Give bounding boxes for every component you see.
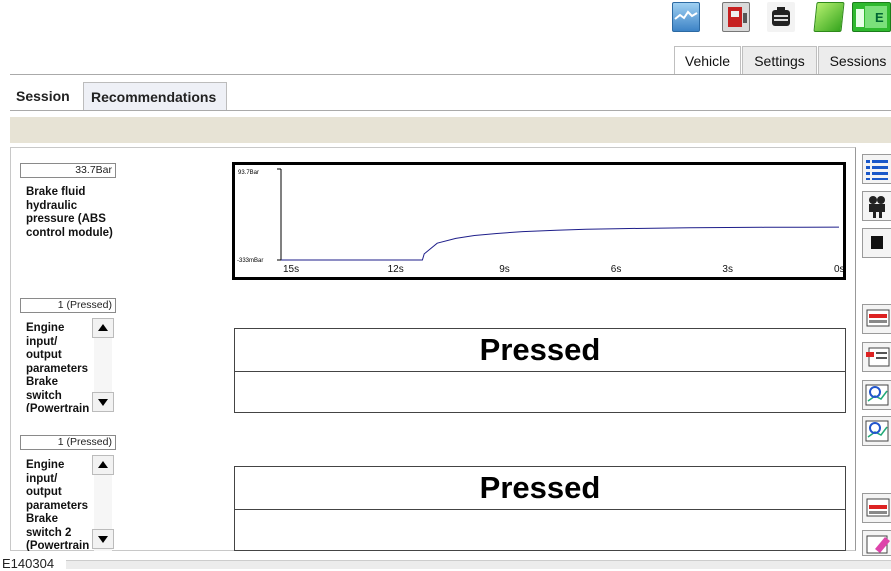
panel-divider — [235, 371, 845, 372]
status-bar — [66, 560, 891, 569]
tab-bar-divider — [10, 74, 891, 75]
vehicle-icon[interactable] — [722, 2, 750, 32]
graph-series-line — [281, 226, 840, 261]
brake-switch-2-state: Pressed — [479, 470, 601, 505]
erase-icon — [866, 535, 890, 554]
tab-vehicle[interactable]: Vehicle — [674, 46, 741, 75]
panel-divider — [235, 509, 845, 510]
stop-icon — [871, 236, 883, 249]
pressure-graph: 93.7Bar -333mBar 15s 12s 9s 6s 3s 0s — [232, 162, 846, 280]
delete-button[interactable] — [862, 493, 891, 523]
record-icon — [866, 309, 890, 327]
tab-settings[interactable]: Settings — [742, 46, 817, 75]
exit-button[interactable]: E — [852, 2, 891, 32]
camera-icon — [869, 196, 885, 218]
edit-list-button[interactable] — [862, 342, 891, 372]
figure-id: E140304 — [2, 556, 55, 571]
graph-y-max-label: 93.7Bar — [238, 170, 259, 176]
list-button[interactable] — [862, 154, 891, 184]
graph-icon[interactable] — [672, 2, 700, 32]
subtab-divider — [10, 110, 891, 111]
graph-x-tick-label: 9s — [499, 264, 510, 275]
brake-switch-2-state-panel: Pressed — [234, 466, 846, 551]
delete-icon — [866, 498, 890, 517]
exit-label: E — [875, 10, 884, 25]
graph-x-tick-label: 12s — [388, 264, 404, 275]
signal-label-brake-pressure: Brake fluid hydraulic pressure (ABS cont… — [26, 186, 113, 239]
subtab-session[interactable]: Session — [9, 82, 82, 111]
zoom-in-button[interactable] — [862, 380, 891, 410]
arrow-down-icon — [98, 399, 108, 406]
battery-icon[interactable] — [767, 2, 795, 32]
arrow-up-icon — [98, 461, 108, 468]
subtab-recommendations[interactable]: Recommendations — [83, 82, 227, 111]
stop-button[interactable] — [862, 228, 891, 258]
brake-switch-scroll-up[interactable] — [92, 318, 114, 338]
zoom-in-icon — [865, 384, 889, 406]
arrow-down-icon — [98, 536, 108, 543]
zoom-out-icon — [865, 420, 889, 442]
signal-value-brake-switch-2: 1 (Pressed) — [20, 435, 116, 450]
graph-x-tick-label: 3s — [722, 264, 733, 275]
brake-switch-state-panel: Pressed — [234, 328, 846, 413]
signal-label-brake-switch: Engine input/ output parameters Brake sw… — [26, 322, 90, 412]
list-icon — [866, 160, 888, 180]
signal-label-brake-switch-2: Engine input/ output parameters Brake sw… — [26, 459, 90, 551]
graph-x-tick-label: 15s — [283, 264, 299, 275]
graph-y-min-label: -333mBar — [237, 258, 263, 264]
brake-switch-2-scroll-down[interactable] — [92, 529, 114, 549]
signal-value-brake-pressure: 33.7Bar — [20, 163, 116, 178]
arrow-up-icon — [98, 324, 108, 331]
brake-switch-2-scroll-up[interactable] — [92, 455, 114, 475]
record-button[interactable] — [862, 304, 891, 334]
edit-list-icon — [866, 347, 890, 367]
graph-x-tick-label: 6s — [611, 264, 622, 275]
camera-button[interactable] — [862, 191, 891, 221]
tab-sessions[interactable]: Sessions — [818, 46, 891, 75]
signal-value-brake-switch: 1 (Pressed) — [20, 298, 116, 313]
brake-switch-scroll-down[interactable] — [92, 392, 114, 412]
zoom-out-button[interactable] — [862, 416, 891, 446]
graph-x-tick-label: 0s — [834, 264, 843, 275]
document-icon[interactable] — [813, 2, 845, 32]
toolbar-band — [10, 117, 891, 143]
erase-button[interactable] — [862, 530, 891, 556]
brake-switch-state: Pressed — [479, 332, 601, 367]
